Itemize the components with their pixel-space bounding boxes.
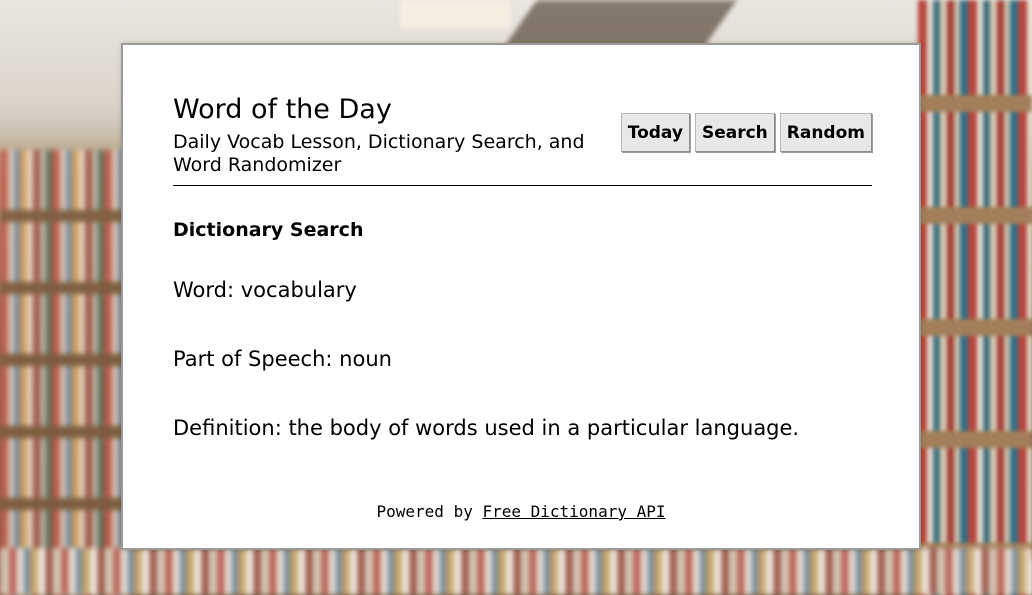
background-lamp: [400, 0, 510, 28]
background-beam: [503, 0, 737, 48]
random-button[interactable]: Random: [779, 113, 872, 152]
definition-label: Definition:: [173, 416, 282, 440]
part-of-speech-label: Part of Speech:: [173, 347, 333, 371]
page-footer: Powered by Free Dictionary API: [123, 502, 919, 521]
background-bookshelf-bottom: [0, 548, 1032, 595]
definition-value: the body of words used in a particular l…: [288, 416, 800, 440]
part-of-speech-entry: Part of Speech: noun: [173, 347, 392, 371]
background-bookshelf-left: [0, 150, 130, 595]
footer-prefix: Powered by: [376, 502, 473, 521]
main-nav: Today Search Random: [620, 113, 872, 152]
search-button[interactable]: Search: [694, 113, 775, 152]
word-label: Word:: [173, 278, 235, 302]
free-dictionary-api-link[interactable]: Free Dictionary API: [482, 502, 665, 521]
part-of-speech-value: noun: [339, 347, 392, 371]
content-card: Word of the Day Daily Vocab Lesson, Dict…: [123, 45, 919, 548]
page-title: Word of the Day: [173, 94, 392, 125]
page-subtitle: Daily Vocab Lesson, Dictionary Search, a…: [173, 131, 585, 176]
definition-entry: Definition: the body of words used in a …: [173, 416, 799, 440]
background-bookshelf-right: [918, 0, 1032, 595]
page-header: Word of the Day Daily Vocab Lesson, Dict…: [173, 93, 872, 186]
word-entry: Word: vocabulary: [173, 278, 357, 302]
word-value: vocabulary: [240, 278, 357, 302]
today-button[interactable]: Today: [620, 113, 690, 152]
section-title: Dictionary Search: [173, 219, 364, 241]
